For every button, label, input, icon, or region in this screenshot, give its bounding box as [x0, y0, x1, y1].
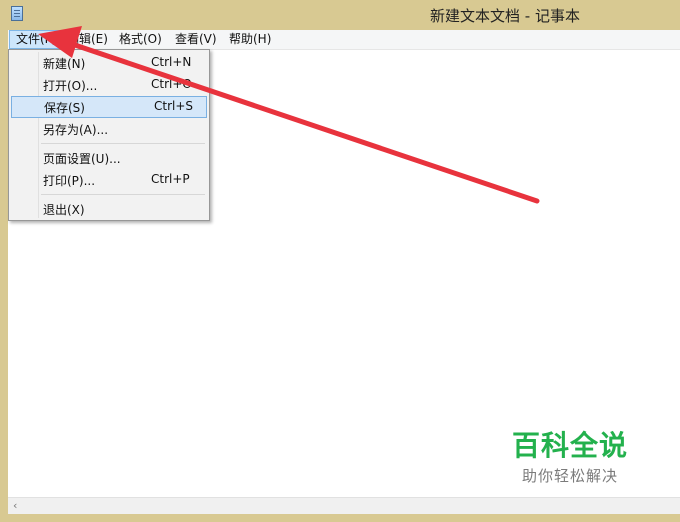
menu-item-label: 新建(N): [43, 57, 86, 71]
watermark-title: 百科全说: [511, 429, 628, 462]
menu-item-label: 打印(P)...: [43, 174, 96, 188]
menu-format[interactable]: 格式(O): [113, 30, 168, 49]
menu-edit[interactable]: 编辑(E): [61, 30, 114, 49]
menu-item-shortcut: Ctrl+P: [151, 172, 190, 186]
file-menu-dropdown: 新建(N) Ctrl+N 打开(O)... Ctrl+O 保存(S) Ctrl+…: [8, 49, 210, 221]
menu-bar: 文件(F) 编辑(E) 格式(O) 查看(V) 帮助(H): [8, 30, 680, 50]
window-frame-bottom: [0, 514, 680, 522]
notepad-icon: [11, 6, 23, 21]
menu-separator: [41, 143, 205, 144]
menu-item-shortcut: Ctrl+S: [154, 99, 194, 113]
menu-file[interactable]: 文件(F): [9, 30, 64, 49]
window-title: 新建文本文档 - 记事本: [430, 7, 580, 25]
menu-item-print[interactable]: 打印(P)... Ctrl+P: [11, 169, 207, 191]
menu-item-label: 另存为(A)...: [43, 123, 109, 137]
menu-item-save[interactable]: 保存(S) Ctrl+S: [11, 96, 207, 118]
menu-item-label: 保存(S): [44, 101, 85, 115]
menu-item-label: 退出(X): [43, 203, 85, 217]
menu-item-label: 页面设置(U)...: [43, 152, 121, 166]
menu-item-page-setup[interactable]: 页面设置(U)...: [11, 147, 207, 169]
menu-item-open[interactable]: 打开(O)... Ctrl+O: [11, 74, 207, 96]
menu-item-shortcut: Ctrl+O: [151, 77, 192, 91]
menu-item-save-as[interactable]: 另存为(A)...: [11, 118, 207, 140]
menu-separator: [41, 194, 205, 195]
watermark-logo: 百科全说 助你轻松解决: [505, 430, 635, 486]
menu-view[interactable]: 查看(V): [169, 30, 223, 49]
menu-item-new[interactable]: 新建(N) Ctrl+N: [11, 52, 207, 74]
menu-item-exit[interactable]: 退出(X): [11, 198, 207, 220]
horizontal-scrollbar[interactable]: ‹: [8, 497, 680, 515]
title-bar: 新建文本文档 - 记事本: [0, 0, 680, 30]
watermark-subtitle: 助你轻松解决: [521, 467, 618, 485]
menu-item-shortcut: Ctrl+N: [151, 55, 192, 69]
menu-help[interactable]: 帮助(H): [223, 30, 277, 49]
notepad-window: 新建文本文档 - 记事本 文件(F) 编辑(E) 格式(O) 查看(V) 帮助(…: [0, 0, 680, 522]
scroll-left-icon[interactable]: ‹: [13, 499, 17, 512]
menu-item-label: 打开(O)...: [43, 79, 98, 93]
